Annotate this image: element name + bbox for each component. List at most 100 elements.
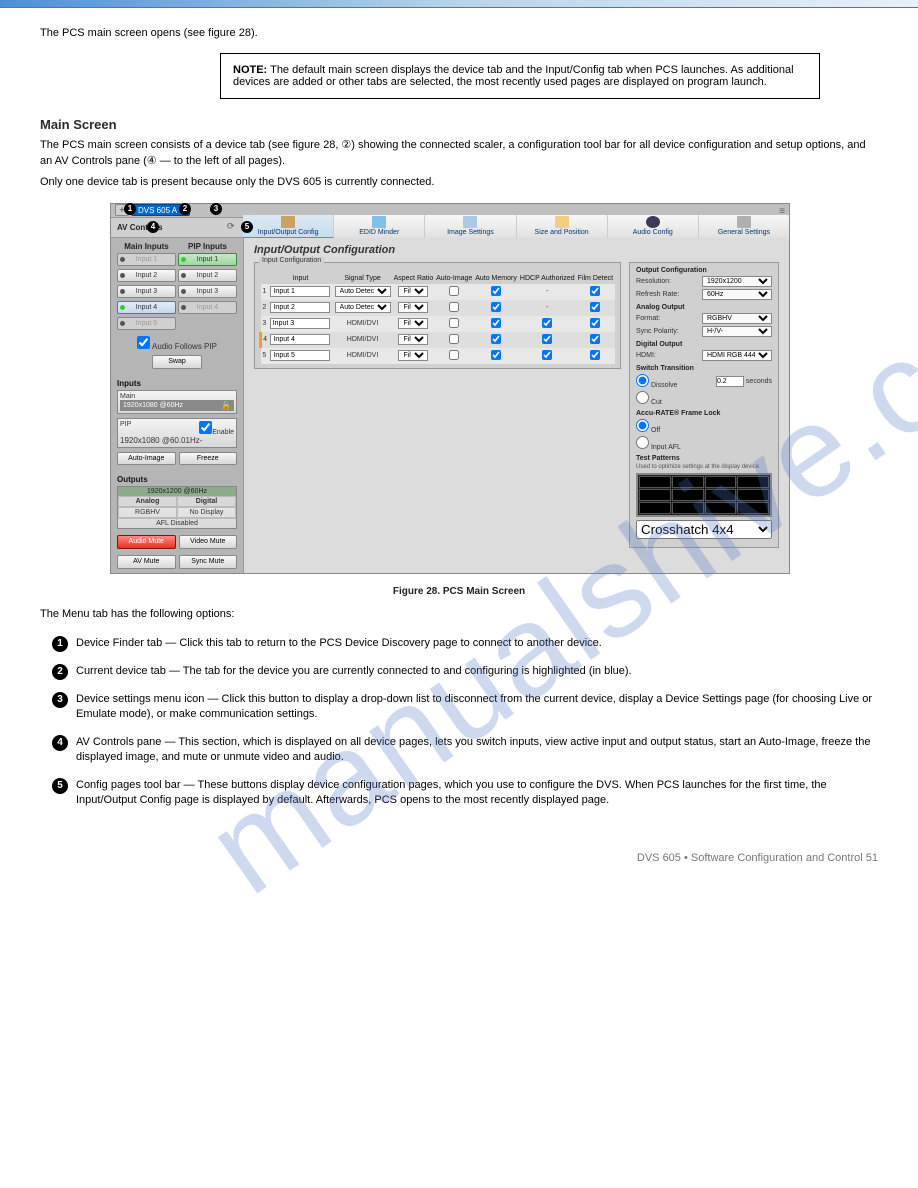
- main-input-status: Main 1920x1080 @60Hz🔓: [117, 390, 237, 414]
- auto-image-checkbox[interactable]: [449, 318, 459, 328]
- av-mute-button[interactable]: AV Mute: [117, 555, 176, 569]
- auto-memory-checkbox[interactable]: [491, 286, 501, 296]
- page-accent: [0, 0, 918, 8]
- tb-label-gs: General Settings: [718, 229, 770, 236]
- auto-memory-checkbox[interactable]: [491, 350, 501, 360]
- aspect-select[interactable]: Fill: [398, 350, 428, 361]
- afl-input-radio[interactable]: [636, 436, 649, 449]
- pip-enable-checkbox[interactable]: [199, 421, 212, 434]
- input-row-4[interactable]: 4HDMI/DVIFill: [261, 332, 615, 348]
- toolbar-edid[interactable]: EDID Minder: [334, 215, 425, 238]
- hdmi-select[interactable]: HDMI RGB 444: [702, 350, 772, 361]
- swap-button[interactable]: Swap: [152, 355, 202, 369]
- main-input-2[interactable]: Input 2: [117, 269, 176, 282]
- signal-type-select[interactable]: Auto Detect: [335, 286, 391, 297]
- aspect-select[interactable]: Fill: [398, 286, 428, 297]
- tp-hint: Used to optimize settings at the display…: [636, 464, 772, 470]
- auto-image-checkbox[interactable]: [449, 286, 459, 296]
- figure-caption: Figure 28. PCS Main Screen: [40, 586, 878, 597]
- main-input-3[interactable]: Input 3: [117, 285, 176, 298]
- film-detect-checkbox[interactable]: [590, 302, 600, 312]
- hdcp-checkbox[interactable]: [542, 334, 552, 344]
- callout-list: 1Device Finder tab — Click this tab to r…: [40, 636, 878, 808]
- input-name-field[interactable]: [270, 286, 330, 297]
- pip-input-4[interactable]: Input 4: [178, 301, 237, 314]
- hdcp-checkbox[interactable]: [542, 350, 552, 360]
- video-mute-button[interactable]: Video Mute: [179, 535, 238, 549]
- afl-off-radio[interactable]: [636, 419, 649, 432]
- toolbar-io-config[interactable]: Input/Output Config: [243, 215, 334, 238]
- callout-item-5: 5Config pages tool bar — These buttons d…: [52, 778, 878, 809]
- input-row-2[interactable]: 2Auto DetectFill-: [261, 300, 615, 316]
- callout-item-3: 3Device settings menu icon — Click this …: [52, 692, 878, 723]
- sync-select[interactable]: H-/V-: [702, 326, 772, 337]
- dissolve-radio[interactable]: [636, 374, 649, 387]
- main-input-5[interactable]: Input 5: [117, 317, 176, 330]
- tb-label-edid: EDID Minder: [359, 229, 399, 236]
- callout-number: 5: [52, 778, 68, 794]
- cut-radio[interactable]: [636, 391, 649, 404]
- main-input-4[interactable]: Input 4: [117, 301, 176, 314]
- sync-mute-button[interactable]: Sync Mute: [179, 555, 238, 569]
- aspect-select[interactable]: Fill: [398, 318, 428, 329]
- note-label: NOTE:: [233, 64, 267, 76]
- auto-image-checkbox[interactable]: [449, 334, 459, 344]
- toolbar-size-position[interactable]: Size and Position: [517, 215, 608, 238]
- auto-image-button[interactable]: Auto-Image: [117, 452, 176, 465]
- auto-memory-checkbox[interactable]: [491, 318, 501, 328]
- input-row-5[interactable]: 5HDMI/DVIFill: [261, 348, 615, 364]
- dissolve-seconds[interactable]: [716, 376, 744, 387]
- hdcp-checkbox[interactable]: [542, 318, 552, 328]
- callout-3: 3: [210, 203, 222, 215]
- output-config-panel: Output Configuration Resolution:1920x120…: [629, 262, 779, 548]
- test-pattern-select[interactable]: Crosshatch 4x4: [636, 520, 772, 539]
- freeze-button[interactable]: Freeze: [179, 452, 238, 465]
- toolbar-image-settings[interactable]: Image Settings: [425, 215, 516, 238]
- input-row-1[interactable]: 1Auto DetectFill-: [261, 284, 615, 300]
- input-row-3[interactable]: 3HDMI/DVIFill: [261, 316, 615, 332]
- toolbar-general-settings[interactable]: General Settings: [699, 215, 789, 238]
- main-resolution: 1920x1080 @60Hz: [123, 402, 183, 409]
- refresh-select[interactable]: 60Hz: [702, 289, 772, 300]
- aspect-select[interactable]: Fill: [398, 334, 428, 345]
- pip-input-2[interactable]: Input 2: [178, 269, 237, 282]
- film-detect-checkbox[interactable]: [590, 350, 600, 360]
- auto-memory-checkbox[interactable]: [491, 302, 501, 312]
- toolbar-audio-config[interactable]: Audio Config: [608, 215, 699, 238]
- signal-type-select[interactable]: Auto Detect: [335, 302, 391, 313]
- film-detect-checkbox[interactable]: [590, 286, 600, 296]
- film-detect-checkbox[interactable]: [590, 318, 600, 328]
- callout-text: Device Finder tab — Click this tab to re…: [76, 636, 878, 652]
- note-box: NOTE: The default main screen displays t…: [220, 53, 820, 99]
- app-main: Main Inputs PIP Inputs Input 1Input 1 In…: [111, 238, 789, 573]
- input-name-field[interactable]: [270, 350, 330, 361]
- main-input-1[interactable]: Input 1: [117, 253, 176, 266]
- audio-follows-pip-checkbox[interactable]: [137, 336, 150, 349]
- digital-value: No Display: [177, 507, 236, 518]
- input-name-field[interactable]: [270, 318, 330, 329]
- resolution-select[interactable]: 1920x1200: [702, 276, 772, 287]
- config-toolbar: Input/Output Config EDID Minder Image Se…: [243, 215, 789, 239]
- aspect-select[interactable]: Fill: [398, 302, 428, 313]
- inputs-table: Input Signal Type Aspect Ratio Auto-Imag…: [259, 273, 616, 364]
- tb-label-io: Input/Output Config: [258, 229, 319, 236]
- afl-title: Accu-RATE® Frame Lock: [636, 410, 772, 417]
- film-detect-checkbox[interactable]: [590, 334, 600, 344]
- pip-resolution: 1920x1080 @60.01Hz: [120, 436, 200, 445]
- outputs-status: 1920x1200 @60Hz Analog Digital RGBHV No …: [117, 486, 237, 529]
- format-select[interactable]: RGBHV: [702, 313, 772, 324]
- io-icon: [281, 216, 295, 228]
- audio-mute-button[interactable]: Audio Mute: [117, 535, 176, 549]
- auto-image-checkbox[interactable]: [449, 302, 459, 312]
- auto-image-checkbox[interactable]: [449, 350, 459, 360]
- pip-input-1[interactable]: Input 1: [178, 253, 237, 266]
- pip-input-3[interactable]: Input 3: [178, 285, 237, 298]
- device-settings-menu-icon[interactable]: ⟳: [227, 221, 239, 233]
- auto-memory-checkbox[interactable]: [491, 334, 501, 344]
- document-body: The PCS main screen opens (see figure 28…: [0, 8, 918, 842]
- size-position-icon: [555, 216, 569, 228]
- analog-header: Analog: [118, 496, 177, 507]
- input-name-field[interactable]: [270, 302, 330, 313]
- legend-heading: The Menu tab has the following options:: [40, 607, 878, 622]
- input-name-field[interactable]: [270, 334, 330, 345]
